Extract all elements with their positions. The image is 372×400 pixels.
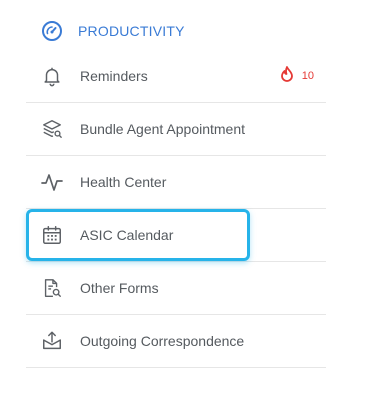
- flame-icon: [280, 65, 294, 87]
- layers-search-icon: [40, 117, 64, 141]
- nav-item-health-center[interactable]: Health Center: [26, 156, 326, 209]
- reminders-badge: 10: [280, 65, 314, 87]
- document-search-icon: [40, 276, 64, 300]
- reminders-count: 10: [301, 70, 314, 82]
- nav-item-bundle-agent-appointment[interactable]: Bundle Agent Appointment: [26, 103, 326, 156]
- nav-item-asic-calendar[interactable]: ASIC Calendar: [26, 209, 326, 262]
- pulse-icon: [40, 170, 64, 194]
- nav-item-reminders[interactable]: Reminders 10: [26, 50, 326, 103]
- nav-item-label: ASIC Calendar: [80, 227, 174, 243]
- nav-item-label: Bundle Agent Appointment: [80, 121, 246, 137]
- nav-list: Reminders 10 Bundle Agent Appointment He…: [26, 50, 326, 368]
- calendar-icon: [40, 223, 64, 247]
- outbox-icon: [40, 329, 64, 353]
- gauge-icon: [40, 19, 64, 43]
- nav-item-label: Outgoing Correspondence: [80, 333, 245, 349]
- section-header: PRODUCTIVITY: [40, 16, 185, 46]
- nav-item-label: Reminders: [80, 68, 148, 84]
- nav-item-label: Health Center: [80, 174, 167, 190]
- section-title: PRODUCTIVITY: [78, 23, 185, 39]
- nav-item-outgoing-correspondence[interactable]: Outgoing Correspondence: [26, 315, 326, 368]
- nav-item-label: Other Forms: [80, 280, 159, 296]
- nav-item-other-forms[interactable]: Other Forms: [26, 262, 326, 315]
- bell-icon: [40, 64, 64, 88]
